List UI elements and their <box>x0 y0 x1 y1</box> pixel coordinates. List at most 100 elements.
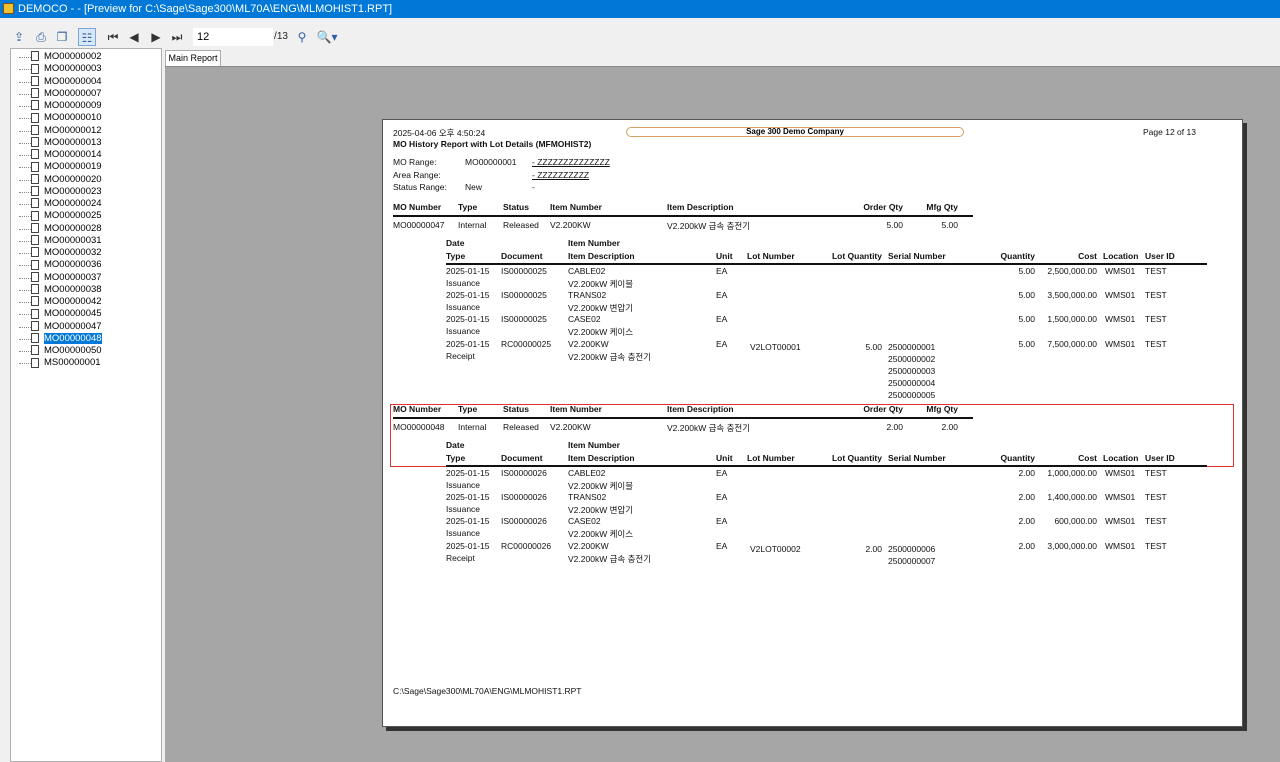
document-icon <box>31 259 39 270</box>
tree-item[interactable]: MO00000032 <box>19 247 102 259</box>
range-label: Status Range: <box>393 182 447 192</box>
tree-item[interactable]: MO00000048 <box>19 332 102 345</box>
first-page-icon[interactable]: ⏮ <box>104 28 122 46</box>
detail-cost: 3,000,000.00 <box>1047 540 1097 551</box>
header-rule <box>393 215 973 217</box>
tree-item[interactable]: MO00000010 <box>19 112 102 124</box>
group-tree: MO00000002 MO00000003 MO00000004 MO00000007… <box>10 48 162 762</box>
tree-item[interactable]: MO00000024 <box>19 198 102 210</box>
detail-unit: EA <box>716 516 728 526</box>
tree-item-label: MO00000050 <box>44 345 102 356</box>
tree-item[interactable]: MO00000042 <box>19 296 102 308</box>
tab-main-report[interactable]: Main Report <box>165 50 221 66</box>
mo-cell: MO00000048 <box>393 422 445 432</box>
tree-item[interactable]: MO00000020 <box>19 173 102 186</box>
tree-item[interactable]: MO00000009 <box>19 100 102 112</box>
tree-item[interactable]: MO00000012 <box>19 125 102 137</box>
tree-item[interactable]: MO00000013 <box>19 137 102 149</box>
range-to: - ZZZZZZZZZZZZZZ <box>532 157 610 167</box>
detail-header: Location <box>1103 452 1139 463</box>
tree-connector <box>19 118 31 120</box>
tree-item[interactable]: MO00000047 <box>19 321 102 333</box>
tree-item[interactable]: MO00000023 <box>19 186 102 198</box>
detail-cost: 600,000.00 <box>1054 516 1097 526</box>
tree-connector <box>19 179 31 181</box>
tree-item[interactable]: MO00000037 <box>19 272 102 284</box>
detail-date: 2025-01-15 <box>446 338 490 349</box>
detail-date: 2025-01-15 <box>446 289 490 300</box>
page-number-input[interactable] <box>193 28 273 46</box>
tree-item[interactable]: MO00000031 <box>19 235 102 247</box>
document-icon <box>31 149 39 160</box>
tree-item[interactable]: MO00000002 <box>19 51 102 63</box>
tree-item[interactable]: MO00000038 <box>19 284 102 296</box>
detail-header: Lot Quantity <box>831 250 882 261</box>
tree-item[interactable]: MO00000028 <box>19 223 102 235</box>
detail-document: RC00000026 <box>501 540 552 551</box>
mo-cell: 5.00 <box>941 220 958 230</box>
detail-header: Unit <box>716 452 733 463</box>
detail-document: IS00000025 <box>501 265 547 276</box>
tree-connector <box>19 155 31 156</box>
tree-connector <box>19 363 31 365</box>
document-icon <box>31 210 39 221</box>
mo-column-header: Mfg Qty <box>926 404 958 414</box>
detail-type: Issuance <box>446 479 481 490</box>
detail-location: WMS01 <box>1105 516 1136 526</box>
document-icon <box>31 308 39 319</box>
tree-item-label: MO00000020 <box>44 173 102 185</box>
tree-item[interactable]: MO00000025 <box>19 210 102 222</box>
detail-header: Date <box>446 238 465 248</box>
detail-item: CABLE02 <box>568 265 606 276</box>
detail-item: V2.200KW <box>568 338 609 349</box>
tree-item[interactable]: MS00000001 <box>19 357 101 369</box>
detail-document: IS00000025 <box>501 289 547 300</box>
print-icon[interactable]: ⎙ <box>32 28 50 46</box>
tree-item[interactable]: MO00000014 <box>19 149 102 161</box>
detail-location: WMS01 <box>1105 289 1136 300</box>
tree-item[interactable]: MO00000019 <box>19 161 102 173</box>
detail-header: Cost <box>1078 250 1097 261</box>
range-to: - ZZZZZZZZZZ <box>532 169 590 180</box>
tree-connector <box>19 265 31 267</box>
detail-item: TRANS02 <box>568 491 607 502</box>
copy-icon[interactable]: ❐ <box>53 28 71 46</box>
detail-header: Document <box>501 452 543 463</box>
zoom-icon[interactable]: 🔍▾ <box>315 28 339 46</box>
tree-item[interactable]: MO00000036 <box>19 259 102 271</box>
last-page-icon[interactable]: ⏭ <box>168 28 186 46</box>
tree-item[interactable]: MO00000045 <box>19 308 102 320</box>
tree-item[interactable]: MO00000003 <box>19 63 102 75</box>
detail-item: CASE02 <box>568 516 601 526</box>
tree-connector <box>19 289 31 291</box>
detail-date: 2025-01-15 <box>446 265 490 276</box>
detail-description: V2.200kW 케이스 <box>568 529 634 539</box>
document-icon <box>31 198 39 209</box>
detail-unit: EA <box>716 314 728 324</box>
export-icon[interactable]: ⇪ <box>10 28 28 46</box>
group-tree-icon[interactable]: ☷ <box>78 28 96 46</box>
next-page-icon[interactable]: ▶ <box>147 28 165 46</box>
search-icon[interactable]: ⚲ <box>293 28 311 46</box>
detail-date: 2025-01-15 <box>446 540 490 551</box>
document-icon <box>31 137 39 148</box>
detail-location: WMS01 <box>1105 265 1136 276</box>
mo-cell: Released <box>503 422 539 432</box>
document-icon <box>31 75 39 86</box>
tree-item[interactable]: MO00000004 <box>19 75 102 88</box>
detail-location: WMS01 <box>1105 467 1136 478</box>
detail-type: Receipt <box>446 350 475 361</box>
detail-unit: EA <box>716 265 728 276</box>
tree-item-label: MO00000014 <box>44 149 102 160</box>
tree-item[interactable]: MO00000050 <box>19 345 102 357</box>
company-name: Sage 300 Demo Company <box>626 127 964 137</box>
mo-column-header: Item Number <box>550 202 602 212</box>
tree-item[interactable]: MO00000007 <box>19 88 102 100</box>
mo-column-header: Status <box>503 202 529 212</box>
previous-page-icon[interactable]: ◀ <box>125 28 143 46</box>
detail-document: IS00000025 <box>501 314 547 324</box>
detail-cost: 2,500,000.00 <box>1047 265 1097 276</box>
mo-cell: V2.200kW 급속 충전기 <box>667 221 751 231</box>
document-icon <box>31 100 39 111</box>
mo-column-header: Type <box>458 404 478 414</box>
